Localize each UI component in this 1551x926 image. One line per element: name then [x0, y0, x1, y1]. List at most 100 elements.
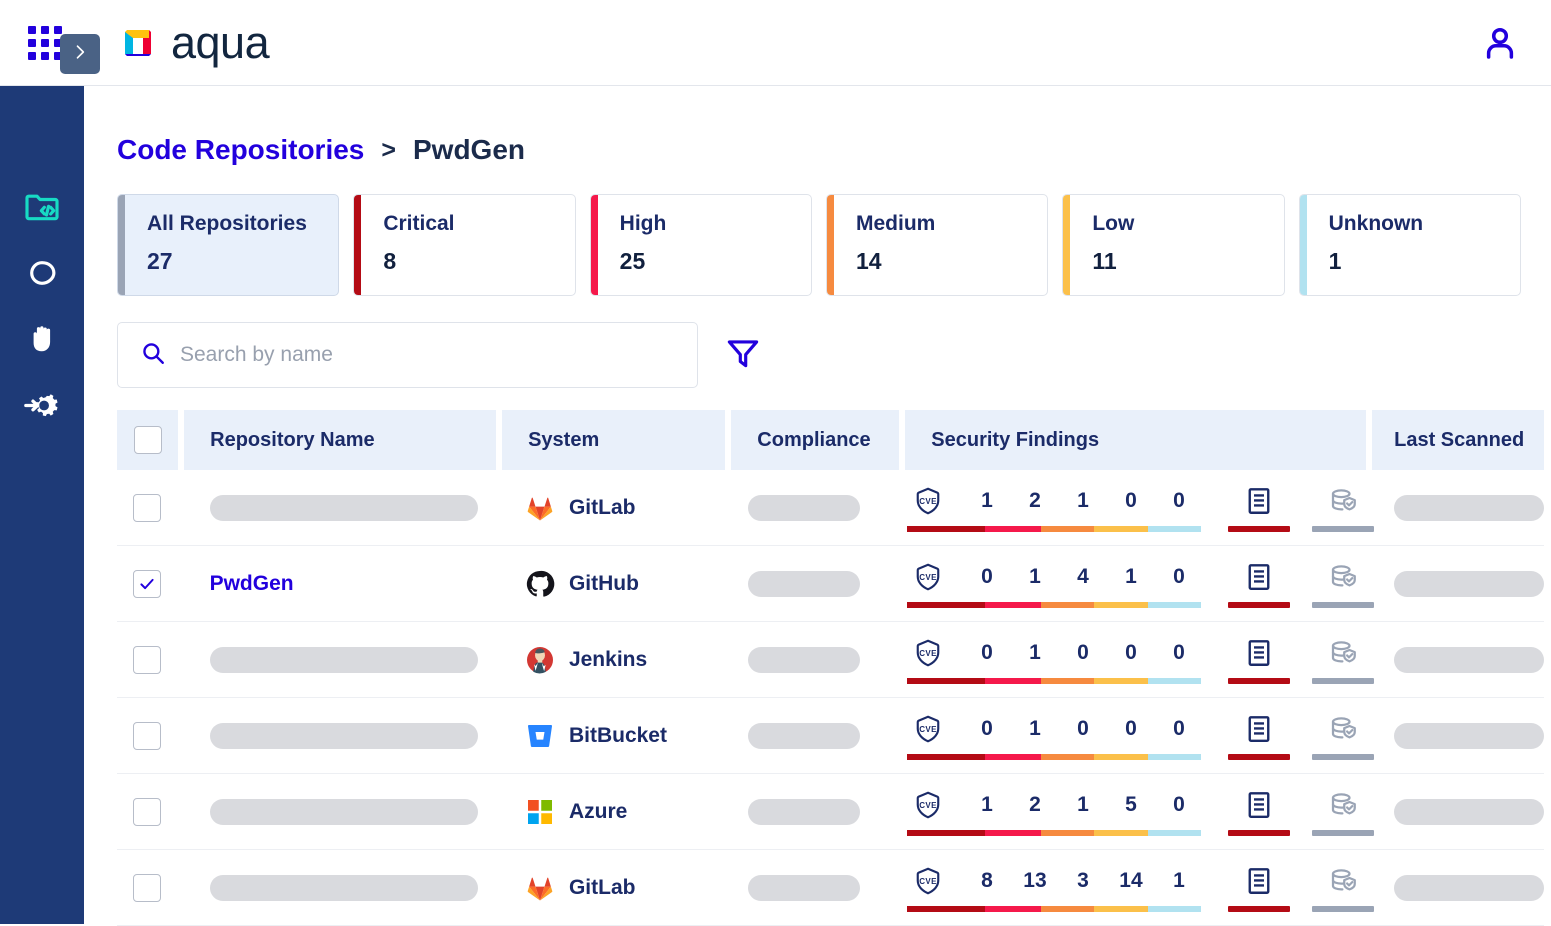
sbom-report-group[interactable] — [1217, 788, 1301, 836]
severity-card-all-repositories[interactable]: All Repositories27 — [117, 194, 339, 296]
compliance-cell — [726, 850, 893, 925]
sbom-report-group[interactable] — [1217, 712, 1301, 760]
repository-name-redacted — [210, 647, 478, 673]
cve-shield-icon: CVE — [907, 638, 963, 668]
document-report-icon[interactable] — [1244, 864, 1274, 898]
database-shield-icon[interactable] — [1328, 560, 1358, 594]
table-row[interactable]: GitLab CVE8133141 — [117, 850, 1544, 926]
table-row[interactable]: JenkinsCVE01000 — [117, 622, 1544, 698]
row-checkbox[interactable] — [133, 646, 161, 674]
severity-summary-cards: All Repositories27 Critical 8 High25Medium1… — [84, 166, 1551, 296]
sidebar-item-settings[interactable] — [14, 379, 70, 435]
gear-arrow-settings-icon — [23, 386, 61, 429]
row-select-cell — [117, 698, 178, 773]
finding-count-4: 0 — [1155, 717, 1203, 741]
severity-counts-group[interactable]: CVE01410 — [907, 560, 1203, 608]
severity-distribution-bar — [907, 830, 1201, 836]
severity-card-medium[interactable]: Medium14 — [826, 194, 1048, 296]
severity-card-label: High — [620, 212, 811, 235]
severity-card-critical[interactable]: Critical 8 — [353, 194, 575, 296]
filter-button[interactable] — [720, 332, 766, 378]
column-header-last-scanned[interactable]: Last Scanned — [1372, 410, 1544, 470]
row-checkbox[interactable] — [133, 570, 161, 598]
severity-counts-group[interactable]: CVE01000 — [907, 712, 1203, 760]
severity-counts-group[interactable]: CVE8133141 — [907, 864, 1203, 912]
document-report-icon[interactable] — [1244, 560, 1274, 594]
row-checkbox[interactable] — [133, 722, 161, 750]
column-header-repository-name[interactable]: Repository Name — [184, 410, 496, 470]
severity-counts-group[interactable]: CVE01000 — [907, 636, 1203, 684]
finding-count-4: 0 — [1155, 489, 1203, 513]
severity-card-label: Critical — [383, 212, 574, 235]
database-shield-icon[interactable] — [1328, 484, 1358, 518]
search-box[interactable] — [117, 322, 698, 388]
row-checkbox[interactable] — [133, 798, 161, 826]
table-row[interactable]: PwdGenGitHubCVE01410 — [117, 546, 1544, 622]
repository-name-link[interactable]: PwdGen — [210, 572, 294, 596]
system-label: GitLab — [569, 496, 636, 520]
column-header-security-findings[interactable]: Security Findings — [905, 410, 1366, 470]
repository-name-redacted — [210, 875, 478, 901]
severity-card-low[interactable]: Low11 — [1062, 194, 1284, 296]
row-checkbox[interactable] — [133, 874, 161, 902]
sidebar-item-workloads[interactable] — [14, 247, 70, 303]
sbom-report-group[interactable] — [1217, 636, 1301, 684]
column-header-system[interactable]: System — [502, 410, 725, 470]
database-status-underline — [1312, 526, 1374, 532]
last-scanned-cell — [1372, 546, 1544, 621]
severity-card-value: 1 — [1329, 248, 1520, 275]
severity-card-unknown[interactable]: Unknown1 — [1299, 194, 1521, 296]
sbom-report-group[interactable] — [1217, 864, 1301, 912]
sidebar-item-code-repositories[interactable] — [14, 181, 70, 237]
table-row[interactable]: BitBucketCVE01000 — [117, 698, 1544, 774]
database-shield-icon[interactable] — [1328, 636, 1358, 670]
cve-shield-icon: CVE — [907, 486, 963, 516]
repositories-table: Repository Name System Compliance Securi… — [117, 410, 1544, 926]
finding-count-0: 8 — [963, 869, 1011, 893]
breadcrumb-parent-link[interactable]: Code Repositories — [117, 134, 364, 166]
document-status-underline — [1228, 526, 1290, 532]
severity-counts-group[interactable]: CVE12100 — [907, 484, 1203, 532]
svg-text:CVE: CVE — [919, 725, 937, 734]
finding-count-2: 1 — [1059, 793, 1107, 817]
search-input[interactable] — [180, 343, 640, 367]
user-avatar-icon[interactable] — [1479, 22, 1521, 64]
column-header-compliance[interactable]: Compliance — [731, 410, 899, 470]
severity-distribution-bar — [907, 602, 1201, 608]
security-findings-cell: CVE01000 — [899, 622, 1366, 697]
table-row[interactable]: GitLab CVE12100 — [117, 470, 1544, 546]
finding-count-3: 0 — [1107, 489, 1155, 513]
system-cell: BitBucket — [499, 698, 720, 773]
aqua-logo[interactable]: aqua — [118, 20, 269, 65]
database-shield-icon[interactable] — [1328, 712, 1358, 746]
compliance-redacted — [748, 571, 860, 597]
cve-shield-icon: CVE — [907, 562, 963, 592]
severity-card-value: 8 — [383, 248, 574, 275]
document-report-icon[interactable] — [1244, 712, 1274, 746]
severity-counts-group[interactable]: CVE12150 — [907, 788, 1203, 836]
row-checkbox[interactable] — [133, 494, 161, 522]
system-cell: Azure — [499, 774, 720, 849]
select-all-checkbox[interactable] — [134, 426, 162, 454]
repository-name-cell — [184, 622, 493, 697]
top-bar: aqua — [0, 0, 1551, 86]
azure-icon — [525, 797, 555, 827]
document-report-icon[interactable] — [1244, 636, 1274, 670]
severity-card-high[interactable]: High25 — [590, 194, 812, 296]
table-row[interactable]: Azure CVE12150 — [117, 774, 1544, 850]
finding-count-1: 2 — [1011, 793, 1059, 817]
database-shield-icon[interactable] — [1328, 864, 1358, 898]
system-cell: GitLab — [499, 850, 720, 925]
sbom-report-group[interactable] — [1217, 484, 1301, 532]
breadcrumb-separator-icon: > — [381, 136, 396, 165]
database-shield-icon[interactable] — [1328, 788, 1358, 822]
last-scanned-redacted — [1394, 723, 1544, 749]
aqua-drop-shield-icon — [23, 254, 61, 297]
finding-count-1: 1 — [1011, 717, 1059, 741]
document-report-icon[interactable] — [1244, 484, 1274, 518]
sbom-report-group[interactable] — [1217, 560, 1301, 608]
sidebar-item-runtime-protection[interactable] — [14, 313, 70, 369]
security-findings-cell: CVE12150 — [899, 774, 1366, 849]
document-report-icon[interactable] — [1244, 788, 1274, 822]
sidebar-collapse-toggle[interactable] — [60, 34, 100, 74]
